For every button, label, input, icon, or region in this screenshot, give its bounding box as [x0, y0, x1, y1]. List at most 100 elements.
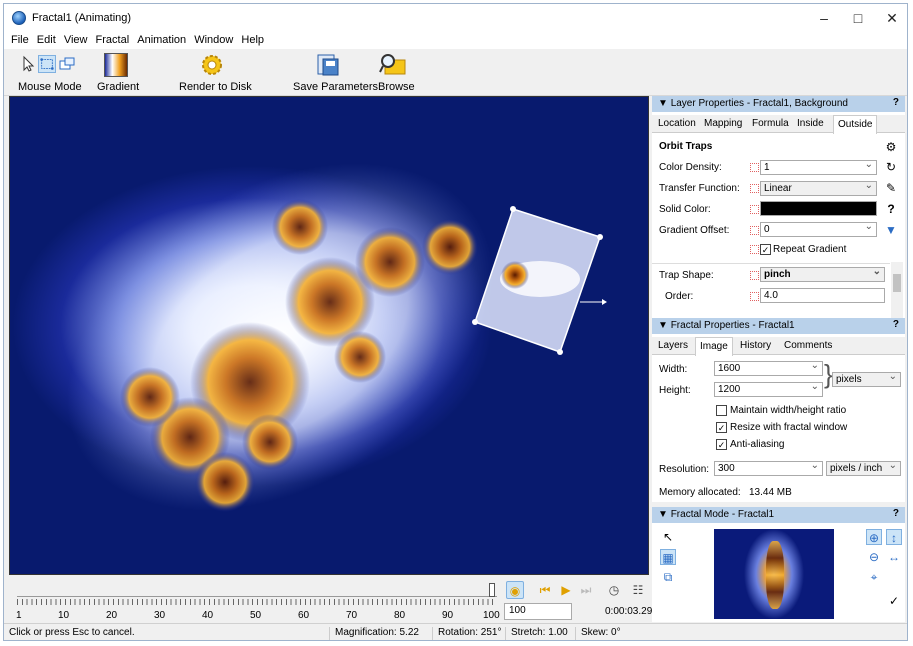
order-label: Order: [665, 291, 694, 302]
close-button[interactable]: ✕ [875, 4, 907, 32]
browse-button[interactable]: Browse [374, 49, 415, 95]
link-icon[interactable] [750, 226, 759, 235]
minimize-button[interactable]: – [807, 4, 841, 32]
fit-height-icon[interactable]: ↕ [886, 529, 902, 545]
menu-file[interactable]: File [9, 32, 31, 46]
crop-icon[interactable]: ⌖ [866, 569, 882, 585]
fractal-properties-header[interactable]: ▼ Fractal Properties - Fractal1 ? [652, 318, 905, 334]
menu-animation[interactable]: Animation [135, 32, 188, 46]
gradient-button[interactable]: Gradient [94, 49, 140, 95]
tab-image[interactable]: Image [695, 337, 733, 356]
app-window: Fractal1 (Animating) – □ ✕ File Edit Vie… [3, 3, 908, 641]
fractal-canvas[interactable] [9, 96, 649, 575]
link-icon[interactable] [750, 292, 759, 301]
link-icon[interactable] [750, 163, 759, 172]
tick-label: 40 [202, 610, 214, 621]
mouse-mode-label: Mouse Mode [18, 81, 82, 93]
add-trap-icon[interactable]: ⚙ [883, 139, 899, 155]
zoom-window-icon[interactable] [58, 55, 76, 73]
zoom-in-icon[interactable]: ⊕ [866, 529, 882, 545]
link-icon[interactable] [750, 245, 759, 254]
antialias-label: Anti-aliasing [730, 439, 785, 450]
tab-mapping[interactable]: Mapping [700, 117, 746, 133]
scrollbar[interactable] [891, 262, 903, 319]
select-rect-icon[interactable]: ▦ [660, 549, 676, 565]
pointer-icon[interactable]: ↖ [660, 529, 676, 545]
checkmark-icon[interactable]: ✓ [886, 593, 902, 609]
orbit-traps-title: Orbit Traps [659, 141, 713, 152]
layer-properties-header[interactable]: ▼ Layer Properties - Fractal1, Backgroun… [652, 96, 905, 112]
zoom-out-icon[interactable]: ⊖ [866, 549, 882, 565]
transfer-function-select[interactable]: Linear [760, 180, 877, 196]
select-rect-icon[interactable] [38, 55, 56, 73]
clock-icon[interactable]: ◷ [605, 581, 623, 599]
gradient-icon [104, 53, 128, 77]
fit-width-icon[interactable]: ↔ [886, 549, 902, 565]
help-icon[interactable]: ? [893, 508, 899, 519]
height-field[interactable]: 1200 [714, 381, 823, 397]
collapse-icon[interactable]: ▼ [658, 320, 671, 331]
trap-shape-select[interactable]: pinch [760, 266, 885, 282]
layer-tabs: Location Mapping Formula Inside Outside [652, 115, 905, 134]
tab-location[interactable]: Location [654, 117, 700, 133]
help-icon[interactable]: ? [893, 97, 899, 108]
status-skew: Skew: 0° [575, 627, 621, 640]
resize-checkbox[interactable]: ✓ [716, 422, 727, 433]
repeat-gradient-checkbox[interactable]: ✓ [760, 244, 771, 255]
first-frame-button[interactable]: ⏮ [536, 581, 554, 599]
edit-icon[interactable]: ✎ [883, 180, 899, 196]
maximize-button[interactable]: □ [841, 4, 875, 32]
link-icon[interactable] [750, 271, 759, 280]
schedule-icon[interactable]: ☷ [629, 581, 647, 599]
tick-label: 70 [346, 610, 358, 621]
zoom-window-icon[interactable]: ⧉ [660, 569, 676, 585]
fractal-image [67, 163, 607, 512]
resolution-unit-select[interactable]: pixels / inch [826, 460, 901, 476]
unit-select[interactable]: pixels [832, 371, 901, 387]
question-icon[interactable]: ? [883, 201, 899, 217]
collapse-icon[interactable]: ▼ [658, 98, 671, 109]
resolution-field[interactable]: 300 [714, 460, 823, 476]
width-field[interactable]: 1600 [714, 360, 823, 376]
link-icon[interactable] [750, 205, 759, 214]
render-to-disk-button[interactable]: Render to Disk [176, 49, 252, 95]
frame-input[interactable]: 100 [504, 603, 572, 620]
timeline-track[interactable] [17, 585, 497, 597]
menu-window[interactable]: Window [192, 32, 235, 46]
tab-comments[interactable]: Comments [780, 339, 836, 355]
tab-inside[interactable]: Inside [793, 117, 828, 133]
save-parameters-button[interactable]: Save Parameters [289, 49, 378, 95]
gradient-offset-field[interactable]: 0 [760, 221, 877, 237]
title-bar: Fractal1 (Animating) – □ ✕ [4, 4, 907, 32]
solid-color-swatch[interactable] [760, 201, 877, 216]
timeline-thumb[interactable] [489, 583, 495, 597]
play-button[interactable]: ▶ [557, 581, 575, 599]
tick-label: 10 [58, 610, 70, 621]
status-magnification: Magnification: 5.22 [329, 627, 419, 640]
maintain-ratio-checkbox[interactable] [716, 405, 727, 416]
triangle-down-icon[interactable]: ▼ [883, 222, 899, 238]
color-density-field[interactable]: 1 [760, 159, 877, 175]
fractal-preview[interactable] [714, 529, 834, 619]
link-icon[interactable] [750, 184, 759, 193]
selection-box[interactable] [472, 206, 607, 355]
menu-view[interactable]: View [62, 32, 90, 46]
pointer-icon[interactable] [20, 55, 38, 73]
order-field[interactable]: 4.0 [760, 288, 885, 303]
tab-layers[interactable]: Layers [654, 339, 692, 355]
menu-help[interactable]: Help [239, 32, 266, 46]
help-icon[interactable]: ? [893, 319, 899, 330]
tab-history[interactable]: History [736, 339, 775, 355]
fractal-mode-header[interactable]: ▼ Fractal Mode - Fractal1 ? [652, 507, 905, 523]
tab-formula[interactable]: Formula [748, 117, 793, 133]
reset-icon[interactable]: ↻ [883, 159, 899, 175]
antialias-checkbox[interactable]: ✓ [716, 439, 727, 450]
menu-fractal[interactable]: Fractal [94, 32, 132, 46]
record-button[interactable]: ◉ [506, 581, 524, 599]
last-frame-button[interactable]: ⏭ [577, 581, 595, 599]
resize-label: Resize with fractal window [730, 422, 848, 433]
tab-outside[interactable]: Outside [833, 115, 878, 134]
collapse-icon[interactable]: ▼ [658, 509, 671, 520]
scrollbar-thumb[interactable] [893, 274, 901, 292]
menu-edit[interactable]: Edit [35, 32, 58, 46]
